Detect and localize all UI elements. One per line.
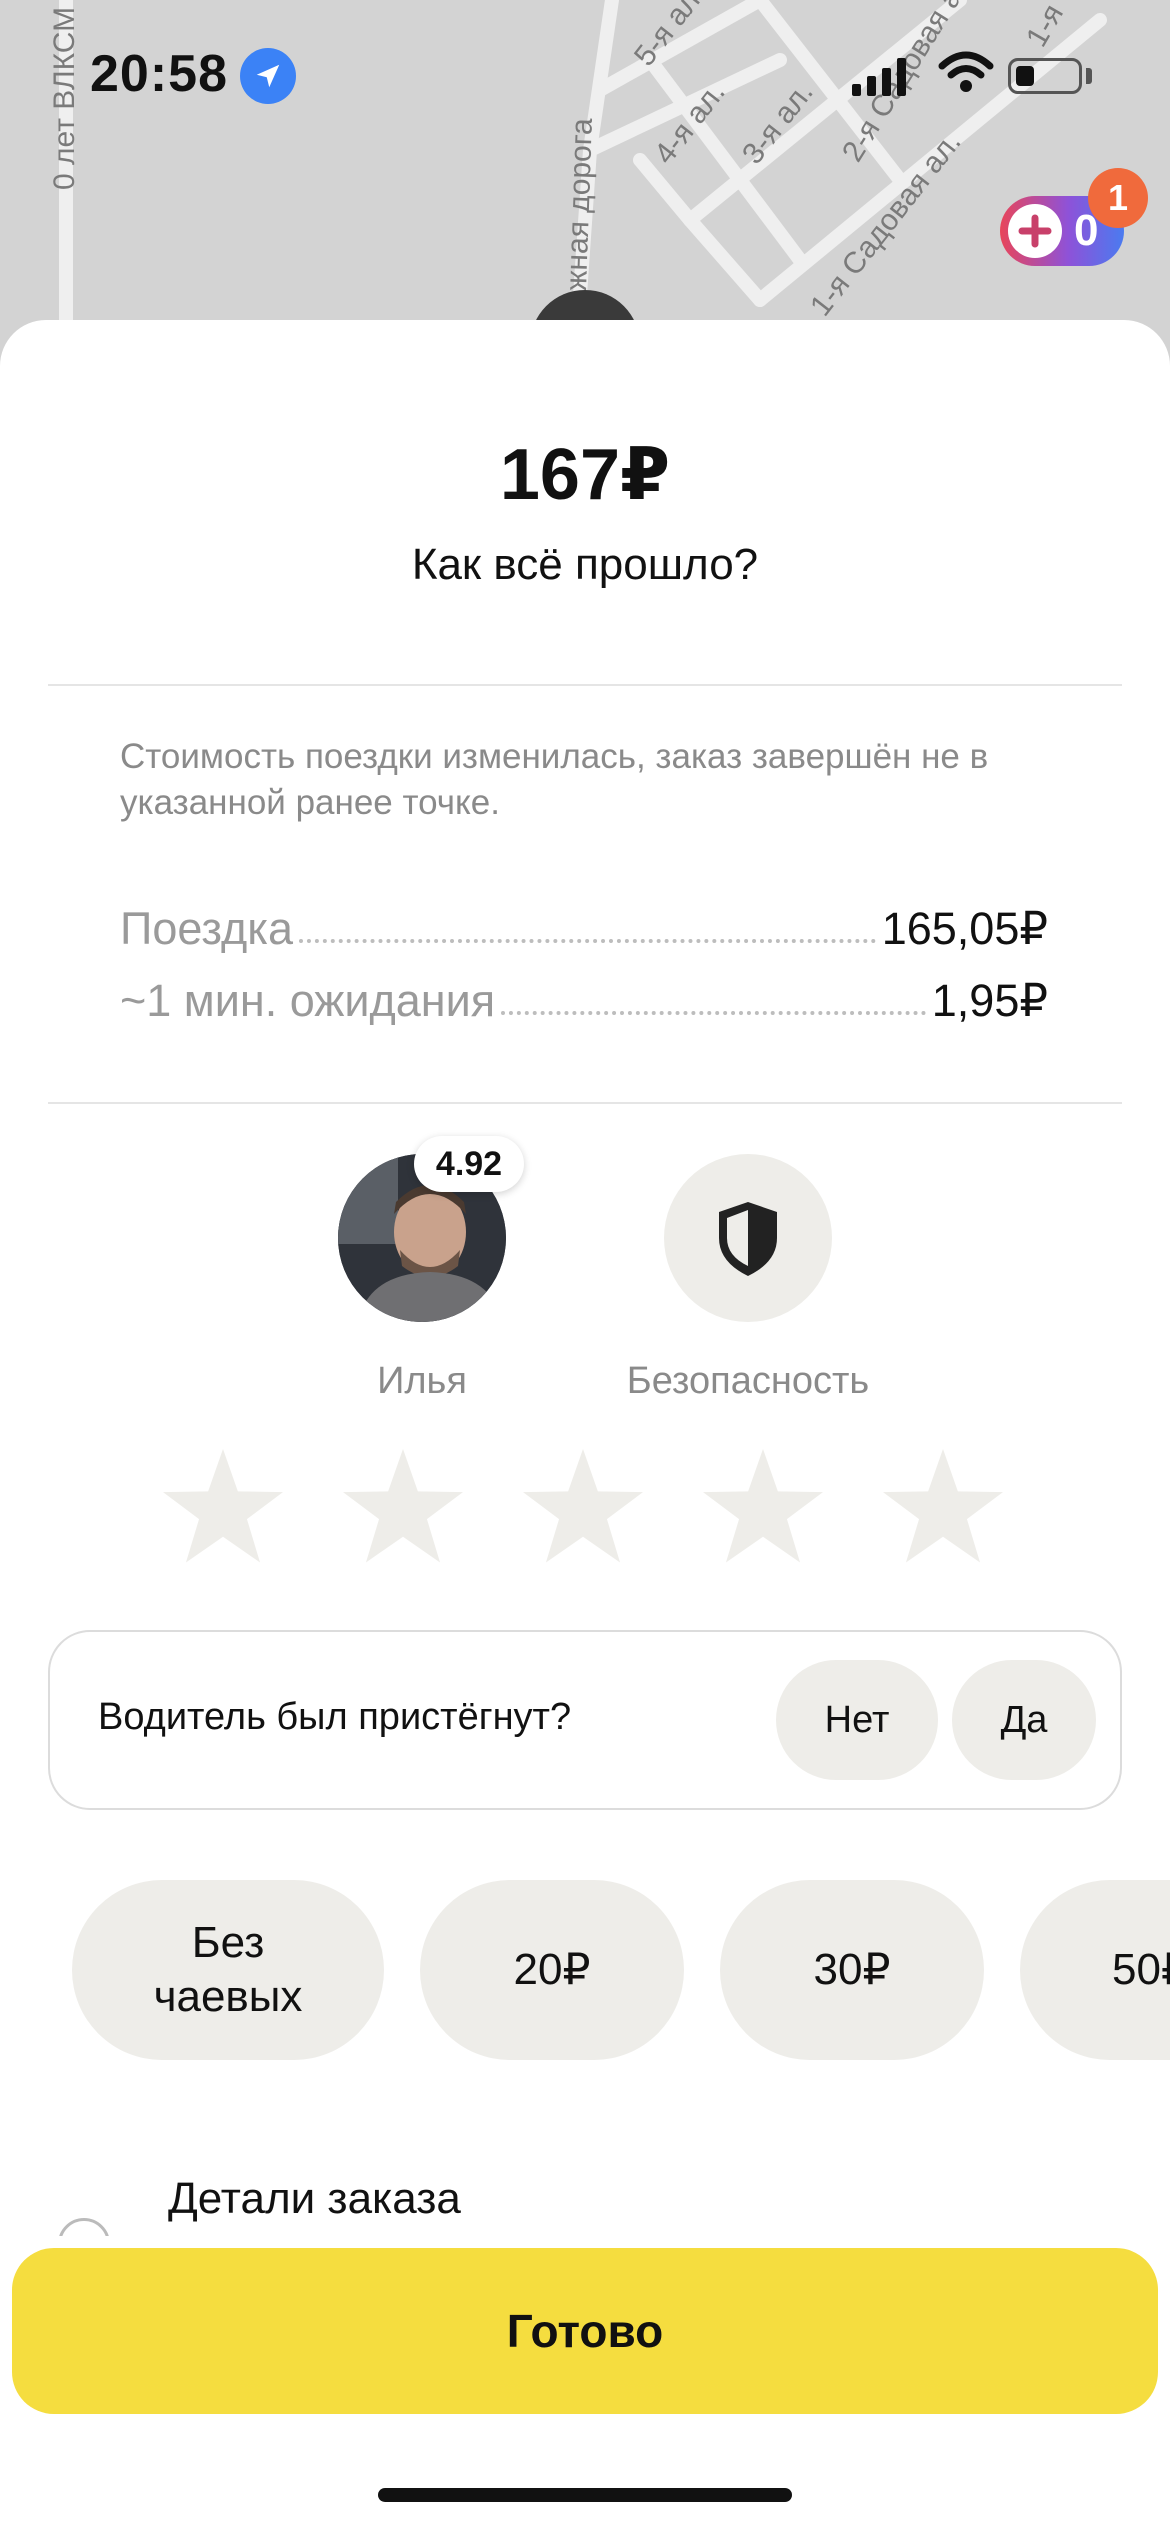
cost-line-value: 165,05₽ <box>881 903 1048 954</box>
plus-icon <box>1008 204 1062 258</box>
seatbelt-question-card: Водитель был пристёгнут? Нет Да <box>48 1630 1122 1810</box>
cellular-signal-icon <box>852 56 906 96</box>
screen: 0 лет ВЛКСМ жная дорога 5-я ал. 4-я ал. … <box>0 0 1170 2532</box>
safety-label: Безопасность <box>626 1360 870 1402</box>
battery-icon <box>1008 58 1082 94</box>
star-icon-5[interactable] <box>880 1444 1006 1570</box>
home-indicator[interactable] <box>378 2488 792 2502</box>
wifi-icon <box>938 50 994 99</box>
notification-badge: 1 <box>1088 168 1148 228</box>
trip-price: 167₽ <box>499 435 671 515</box>
star-icon-2[interactable] <box>340 1444 466 1570</box>
dotted-leader <box>501 1011 926 1015</box>
status-time: 20:58 <box>90 45 228 103</box>
driver-rating-badge: 4.92 <box>414 1136 524 1192</box>
done-button[interactable]: Готово <box>12 2248 1158 2414</box>
driver-name: Илья <box>377 1360 467 1402</box>
seatbelt-no-button[interactable]: Нет <box>776 1660 938 1780</box>
cost-line-ride: Поездка 165,05₽ <box>120 902 1048 955</box>
star-rating <box>160 1444 1006 1570</box>
star-icon-3[interactable] <box>520 1444 646 1570</box>
battery-cap <box>1086 68 1092 84</box>
cost-line-waiting: ~1 мин. ожидания 1,95₽ <box>120 974 1048 1027</box>
cost-line-value: 1,95₽ <box>931 975 1048 1026</box>
tip-option-30[interactable]: 30₽ <box>720 1880 984 2060</box>
star-icon-1[interactable] <box>160 1444 286 1570</box>
seatbelt-question: Водитель был пристёгнут? <box>98 1696 572 1738</box>
safety-button[interactable] <box>664 1154 832 1322</box>
shield-icon <box>719 1202 777 1276</box>
divider <box>48 1102 1122 1104</box>
dotted-leader <box>299 939 876 943</box>
trip-feedback-sheet: 167₽ Как всё прошло? Стоимость поездки и… <box>0 320 1170 2532</box>
location-arrow-icon <box>240 48 296 104</box>
feedback-question: Как всё прошло? <box>411 540 759 589</box>
map-street-label: жная дорога <box>560 117 599 292</box>
map-street-label: 0 лет ВЛКСМ <box>48 6 81 190</box>
order-details-title[interactable]: Детали заказа <box>168 2174 461 2224</box>
cost-line-label: Поездка <box>120 903 294 954</box>
tip-option-none[interactable]: Без чаевых <box>72 1880 384 2060</box>
cost-line-label: ~1 мин. ожидания <box>120 975 496 1026</box>
seatbelt-yes-button[interactable]: Да <box>952 1660 1096 1780</box>
tip-option-20[interactable]: 20₽ <box>420 1880 684 2060</box>
tip-option-50[interactable]: 50₽ <box>1020 1880 1170 2060</box>
price-change-notice: Стоимость поездки изменилась, заказ заве… <box>120 737 989 822</box>
star-icon-4[interactable] <box>700 1444 826 1570</box>
divider <box>48 684 1122 686</box>
